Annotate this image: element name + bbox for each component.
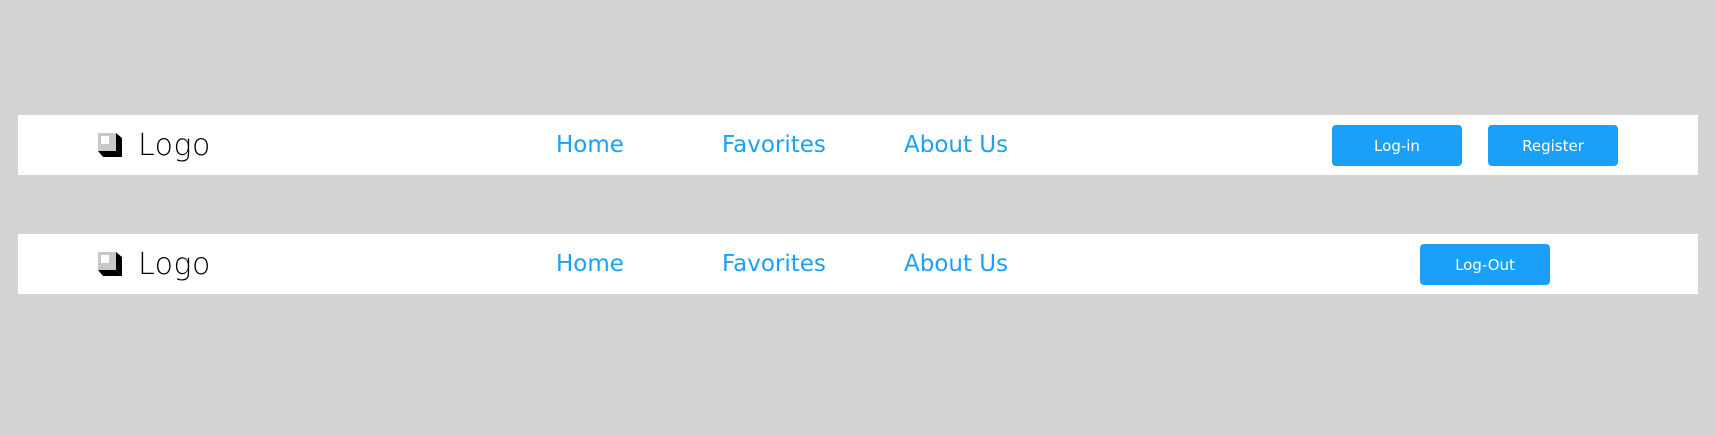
brand[interactable]: Logo: [98, 234, 211, 294]
logout-button[interactable]: Log-Out: [1420, 244, 1550, 285]
nav-link-about-us[interactable]: About Us: [904, 115, 1008, 175]
nav-link-about-us[interactable]: About Us: [904, 234, 1008, 294]
nav-link-home[interactable]: Home: [556, 115, 624, 175]
nav-link-favorites[interactable]: Favorites: [722, 115, 826, 175]
brand[interactable]: Logo: [98, 115, 211, 175]
nav-link-home[interactable]: Home: [556, 234, 624, 294]
logo-text: Logo: [138, 246, 211, 282]
navbar-guest: Logo Home Favorites About Us Log-in Regi…: [18, 115, 1698, 175]
login-button[interactable]: Log-in: [1332, 125, 1462, 166]
logo-cube-icon: [98, 252, 122, 276]
logo-cube-icon: [98, 133, 122, 157]
logo-text: Logo: [138, 127, 211, 163]
register-button[interactable]: Register: [1488, 125, 1618, 166]
nav-link-favorites[interactable]: Favorites: [722, 234, 826, 294]
navbar-user: Logo Home Favorites About Us Log-Out: [18, 234, 1698, 294]
